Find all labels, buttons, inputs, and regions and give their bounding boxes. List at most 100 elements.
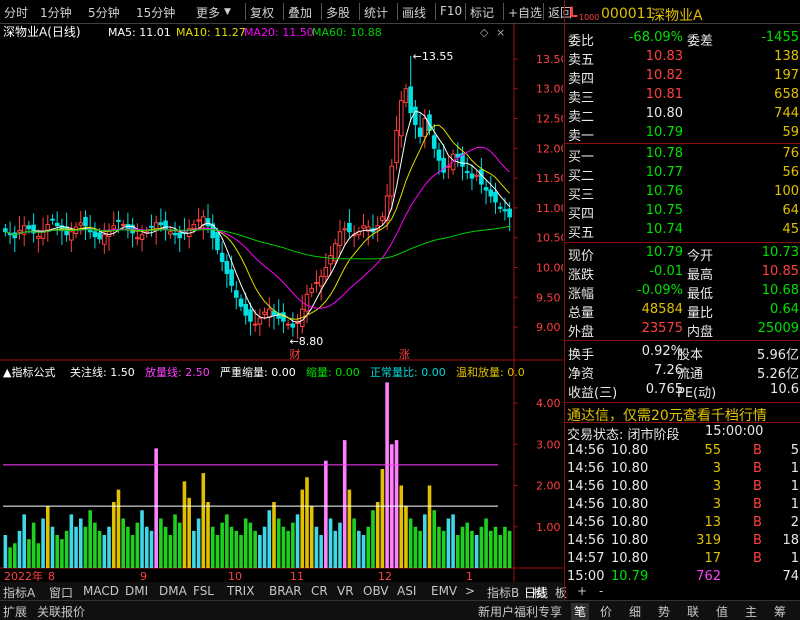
status-nav-3[interactable]: 势 [658,603,670,620]
toolbar-tool-2[interactable]: 多股 [326,4,350,21]
toolbar-separator [543,3,544,20]
candle-body [45,224,51,231]
volume-bar [375,502,380,568]
toolbar-item-2[interactable]: 5分钟 [88,4,120,21]
tick-price: 10.79 [611,569,649,584]
status-nav-4[interactable]: 联 [687,603,699,620]
toolbar-tool-0[interactable]: 复权 [250,4,274,21]
volume-bar [196,518,201,568]
stock-name: 深物业A [651,8,703,24]
close-icon[interactable]: × [496,26,505,39]
settings-icon[interactable]: ◇ [480,26,489,39]
volume-bar [352,518,356,568]
volume-bar [489,530,493,568]
indicator-tab-13[interactable]: > [465,584,475,598]
volume-bar [187,497,191,568]
tick-volume: 3 [712,461,721,476]
toolbar-tool-3[interactable]: 统计 [364,4,388,21]
candle-body [248,309,253,322]
ad-row[interactable]: 通达信，仅需20元查看千档行情 [565,402,800,424]
kline-chart[interactable]: 深物业A(日线) MA5: 11.01 MA10: 11.27MA20: 11.50… [0,24,568,583]
indicator-tab-4[interactable]: DMA [159,584,187,598]
more-arrow-icon[interactable]: ▼ [224,7,231,17]
candle-body [191,224,197,230]
sell-row-4[interactable]: 卖四 10.82 197 [565,67,800,87]
indicator-tab-9[interactable]: VR [337,584,354,598]
toolbar-item-0[interactable]: 分时 [4,4,28,21]
toolbar-item-1[interactable]: 1分钟 [40,4,72,21]
indicator-tab-7[interactable]: BRAR [269,584,302,598]
buy-row-3[interactable]: 买三 10.76 100 [565,183,800,203]
sell-row-3[interactable]: 卖三 10.81 658 [565,86,800,106]
status-nav-0[interactable]: 笔 [571,603,590,620]
stat2-row-1: 净资 7.26 流通 5.26亿 [565,362,800,382]
stat-label: PE(动) [677,386,717,401]
indicator-tab-8[interactable]: CR [311,584,328,598]
sell-row-1[interactable]: 卖一 10.79 59 [565,124,800,144]
status-nav-1[interactable]: 价 [600,603,612,620]
volume-bar [507,530,512,568]
volume-bar [338,522,342,568]
indicator-tab-0[interactable]: 指标A [3,584,35,601]
candle-body [238,298,244,307]
toolbar-tool-1[interactable]: 叠加 [288,4,312,21]
toolbar-tool-4[interactable]: 画线 [402,4,426,21]
toolbar-tool-6[interactable]: 标记 [470,4,494,21]
buy-row-4[interactable]: 买四 10.75 64 [565,202,800,222]
candle-body [483,187,489,191]
indicator-tab-10[interactable]: OBV [363,584,389,598]
y-tick-label: 9.00 [536,321,561,334]
buy-row-2[interactable]: 买二 10.77 56 [565,164,800,184]
indicator-tab-5[interactable]: FSL [193,584,214,598]
y-tick-label: 12.50 [536,113,563,126]
indicator-label-1: 放量线: 2.50 [145,365,210,379]
status-tab-1[interactable]: 关联报价 [37,603,85,620]
indicator-tab-2[interactable]: MACD [83,584,119,598]
tick-side: B [753,443,762,458]
toolbar-separator [245,3,246,20]
indicator-tab-14[interactable]: 指标B [487,584,519,601]
candle-body [337,231,343,246]
candle-body [408,86,413,114]
indicator-tab-11[interactable]: ASI [397,584,416,598]
volume-bar [78,518,83,568]
volume-bar [484,518,488,568]
buy-volume: 64 [782,203,799,218]
toolbar-item-4[interactable]: 更多 [196,4,220,21]
tick-side: B [753,515,762,530]
period-label[interactable]: 日线 [524,584,548,601]
stat-label: 最高 [687,268,714,283]
buy-label: 买二 [568,169,595,184]
buy-label: 买三 [568,188,595,203]
status-nav-7[interactable]: 筹 [774,603,786,620]
volume-bar [229,526,234,568]
indicator-title: ▲指标公式 [3,365,55,379]
indicator-tab-6[interactable]: TRIX [227,584,254,598]
toolbar-item-3[interactable]: 15分钟 [136,4,175,21]
tick-price: 10.80 [611,515,649,530]
indicator-tab-3[interactable]: DMI [125,584,148,598]
buy-row-5[interactable]: 买五 10.74 45 [565,221,800,241]
sell-row-2[interactable]: 卖二 10.80 744 [565,105,800,125]
stat2-row-2: 收益(三) 0.765 PE(动) 10.6 [565,381,800,401]
status-nav-5[interactable]: 值 [716,603,728,620]
chart-area[interactable]: 深物业A(日线) MA5: 11.01 MA10: 11.27 MA20: 11.50… [0,24,568,606]
candle-body [257,317,263,325]
indicator-tab-12[interactable]: EMV [431,584,457,598]
status-tab-0[interactable]: 扩展 [3,603,27,620]
buy-row-1[interactable]: 买一 10.78 76 [565,145,800,165]
candle-body [102,234,107,245]
status-nav-2[interactable]: 细 [629,603,641,620]
volume-bar [309,506,314,568]
weicha-value: -1455 [761,30,799,45]
status-nav-6[interactable]: 主 [745,603,757,620]
toolbar-tool-5[interactable]: F10 [440,4,462,18]
sell-row-5[interactable]: 卖五 10.83 138 [565,48,800,68]
volume-bar [210,526,215,568]
indicator-tab-1[interactable]: 窗口 [49,584,73,601]
toolbar-tool-7[interactable]: +自选 [508,4,542,21]
volume-bar [427,485,432,568]
weibi-value: -68.09% [628,30,683,45]
status-promo[interactable]: 新用户福利专享 [478,603,562,620]
candle-body [347,222,352,233]
